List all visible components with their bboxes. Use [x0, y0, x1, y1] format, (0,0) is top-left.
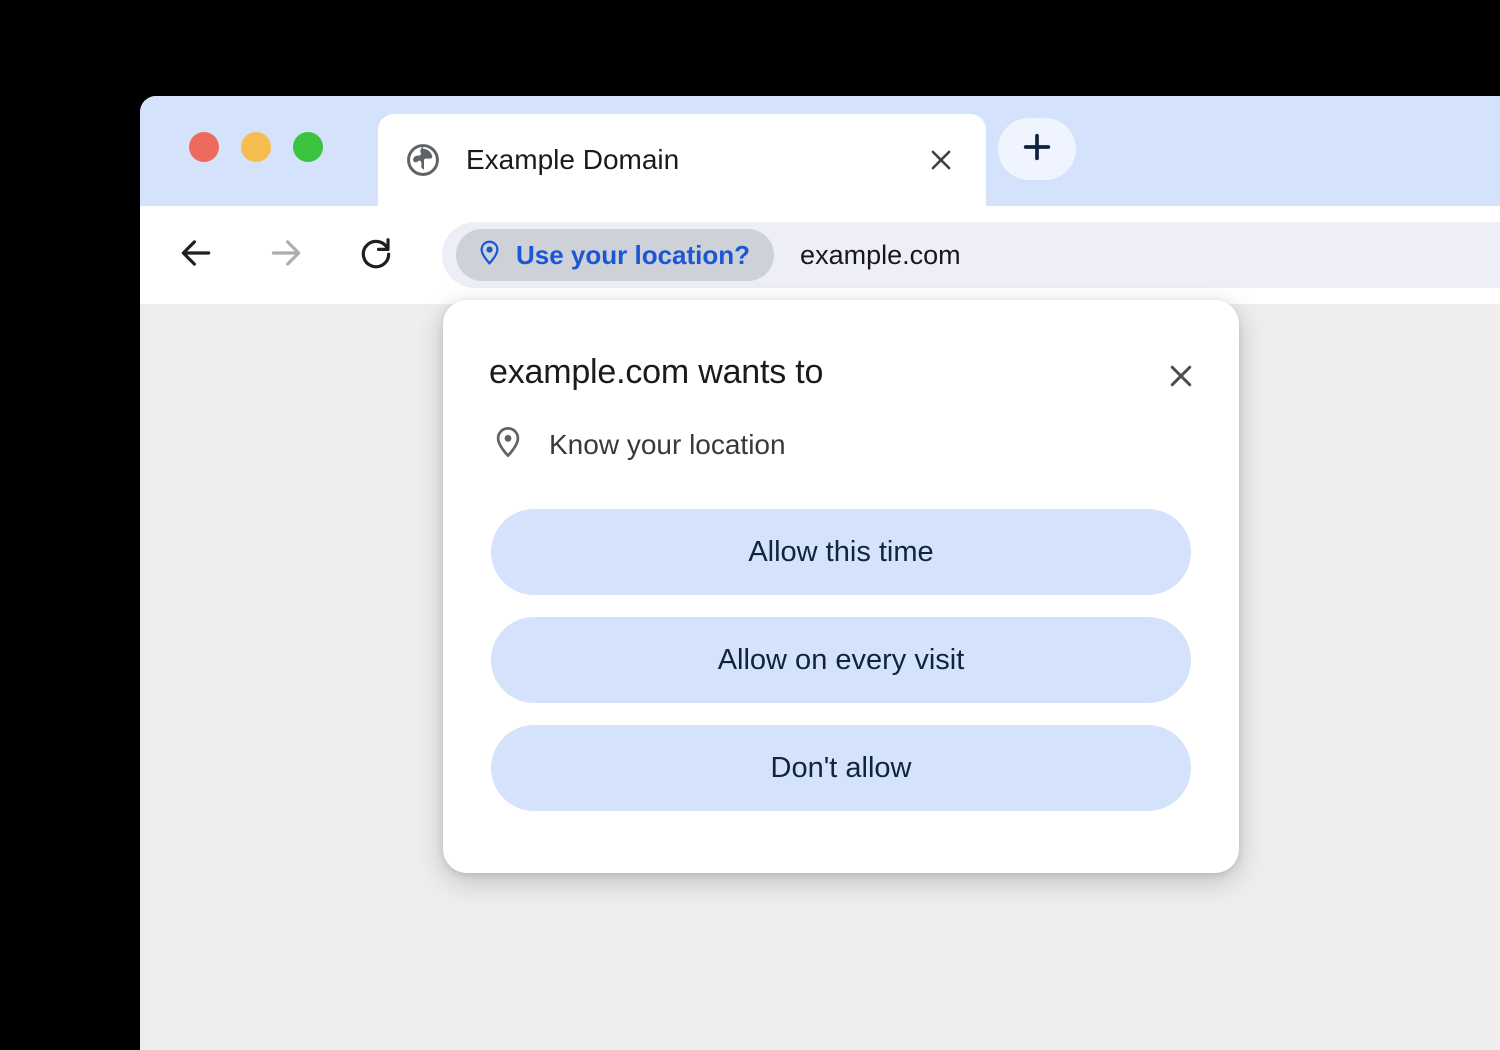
window-close-button[interactable]	[189, 132, 219, 162]
permission-chip-label: Use your location?	[516, 239, 751, 270]
window-minimize-button[interactable]	[241, 132, 271, 162]
dialog-header: example.com wants to	[489, 352, 1203, 398]
allow-this-time-button[interactable]: Allow this time	[491, 509, 1191, 595]
plus-icon	[1020, 130, 1054, 169]
tab-close-icon[interactable]	[922, 141, 960, 179]
location-pin-icon	[476, 239, 503, 271]
allow-on-every-visit-button[interactable]: Allow on every visit	[491, 617, 1191, 703]
dialog-actions: Allow this time Allow on every visit Don…	[491, 509, 1191, 811]
dialog-title: example.com wants to	[489, 353, 824, 391]
forward-button[interactable]	[258, 227, 314, 283]
window-traffic-lights	[189, 132, 323, 162]
globe-icon	[406, 143, 440, 177]
browser-toolbar: Use your location? example.com	[140, 206, 1500, 304]
dont-allow-button[interactable]: Don't allow	[491, 725, 1191, 811]
reload-button[interactable]	[348, 227, 404, 283]
dialog-permission-label: Know your location	[549, 428, 786, 460]
address-bar-url: example.com	[800, 239, 961, 270]
tab-title: Example Domain	[466, 144, 680, 175]
address-bar[interactable]: Use your location? example.com	[442, 222, 1500, 288]
back-button[interactable]	[168, 227, 224, 283]
tab-strip: Example Domain	[140, 96, 1500, 206]
close-icon[interactable]	[1159, 354, 1203, 398]
window-zoom-button[interactable]	[293, 132, 323, 162]
new-tab-button[interactable]	[998, 118, 1076, 180]
reload-icon	[357, 234, 395, 277]
location-pin-icon	[491, 425, 525, 464]
permission-dialog: example.com wants to Know your location …	[443, 300, 1239, 873]
arrow-right-icon	[267, 234, 305, 277]
permission-chip-use-your-location[interactable]: Use your location?	[456, 229, 775, 281]
browser-tab-example-domain[interactable]: Example Domain	[378, 114, 986, 206]
dialog-permission-row: Know your location	[491, 425, 786, 464]
screen: Example Domain Use your location? exampl…	[0, 0, 1500, 1050]
arrow-left-icon	[177, 234, 215, 277]
